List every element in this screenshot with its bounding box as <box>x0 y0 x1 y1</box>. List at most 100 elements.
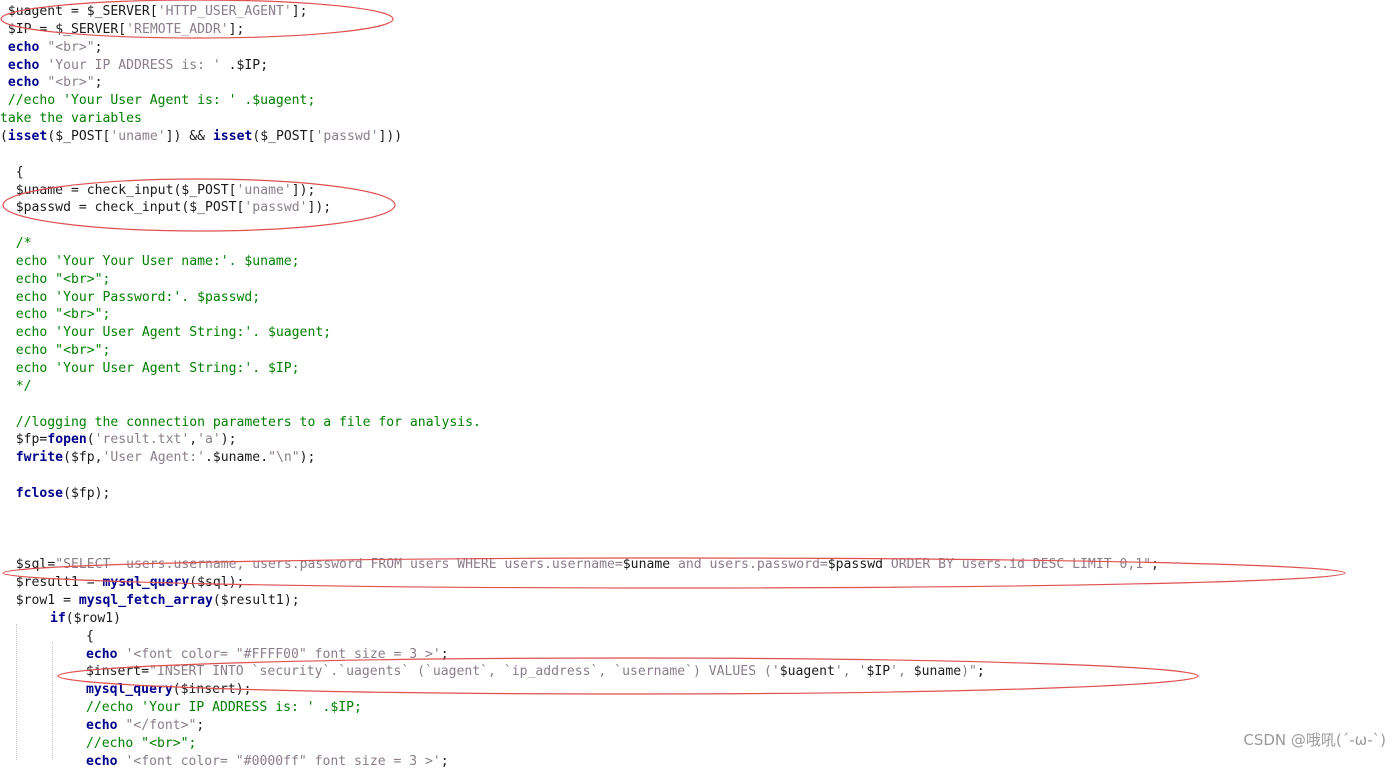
code-token-cmt: echo "<br>"; <box>0 307 110 322</box>
code-token-punc: ; <box>95 40 103 55</box>
code-line: $uname = check_input($_POST['uname']); <box>0 182 315 200</box>
code-token-var: $uname <box>213 450 260 465</box>
code-token-punc: , <box>189 432 197 447</box>
code-token-punc: ]; <box>292 4 308 19</box>
code-token-str: "INSERT INTO `security`.`uagents` (`uage… <box>149 664 780 679</box>
code-line: { <box>86 628 94 646</box>
code-token-punc: , <box>95 450 103 465</box>
code-token-var: $result1 <box>0 575 79 590</box>
code-line: //echo "<br>"; <box>86 735 196 753</box>
code-editor[interactable]: $uagent = $_SERVER['HTTP_USER_AGENT']; $… <box>0 0 1400 760</box>
code-token-str: ', <box>890 664 914 679</box>
code-token-punc: ( <box>63 486 71 501</box>
code-token-kw: fwrite <box>0 450 63 465</box>
code-token-str: 'passwd' <box>315 129 378 144</box>
code-token-kw: isset <box>8 129 47 144</box>
code-token-punc: ); <box>229 575 245 590</box>
code-token-str: 'uname' <box>110 129 165 144</box>
code-token-str: '<font color= "#FFFF00" font size = 3 >' <box>125 647 440 662</box>
code-line: */ <box>0 378 32 396</box>
code-token-cmt: //echo "<br>"; <box>86 736 196 751</box>
code-token-kw: if <box>50 611 66 626</box>
code-token-str: 'passwd' <box>244 200 307 215</box>
code-token-var: $IP <box>237 58 261 73</box>
code-token-str: and users.password= <box>670 557 828 572</box>
code-token-str: 'HTTP_USER_AGENT' <box>158 4 292 19</box>
code-line: echo 'Your Password:'. $passwd; <box>0 289 260 307</box>
code-token-punc: ; <box>441 647 449 662</box>
code-token-kw: echo <box>0 40 39 55</box>
code-token-str: 'Your IP ADDRESS is: ' <box>47 58 220 73</box>
code-token-var: $uagent <box>780 664 835 679</box>
code-token-kw: fopen <box>47 432 86 447</box>
code-token-var: $passwd <box>0 200 71 215</box>
code-token-op: = <box>55 593 79 608</box>
code-token-cmt: */ <box>0 379 32 394</box>
code-token-punc: ])) <box>379 129 403 144</box>
code-line: $fp=fopen('result.txt','a'); <box>0 431 237 449</box>
code-token-punc: ( <box>173 682 181 697</box>
code-token-str: 'REMOTE_ADDR' <box>126 22 228 37</box>
code-token-punc: ; <box>95 75 103 90</box>
code-token-var: $fp <box>71 450 95 465</box>
code-token-kw: mysql_fetch_array <box>79 593 213 608</box>
code-token-punc: ( <box>213 593 221 608</box>
code-token-str: ORDER BY users.id DESC LIMIT 0,1" <box>883 557 1151 572</box>
code-line: echo 'Your User Agent String:'. $IP; <box>0 360 300 378</box>
code-line: $IP = $_SERVER['REMOTE_ADDR']; <box>0 21 244 39</box>
code-token-var: $passwd <box>828 557 883 572</box>
code-token-str: "SELECT users.username, users.password F… <box>55 557 623 572</box>
code-token-str: "</font>" <box>125 718 196 733</box>
code-token-cmt: echo "<br>"; <box>0 343 110 358</box>
code-token-kw: echo <box>86 718 118 733</box>
code-token-punc: ]); <box>292 183 316 198</box>
code-line: echo "<br>"; <box>0 74 103 92</box>
code-line: echo 'Your IP ADDRESS is: ' .$IP; <box>0 57 268 75</box>
code-line: if($row1) <box>50 610 121 628</box>
code-token-var: $uname <box>623 557 670 572</box>
code-token-kw: echo <box>0 58 39 73</box>
code-line: $sql="SELECT users.username, users.passw… <box>0 556 1159 574</box>
code-token-str: "<br>" <box>47 75 94 90</box>
code-token-op: = <box>63 183 87 198</box>
code-token-var: $uname <box>0 183 63 198</box>
code-token-punc: { <box>0 165 24 180</box>
code-token-punc: ; <box>196 718 204 733</box>
code-token-var: $sql <box>197 575 229 590</box>
code-line: $uagent = $_SERVER['HTTP_USER_AGENT']; <box>0 3 308 21</box>
code-line: echo 'Your User Agent String:'. $uagent; <box>0 324 331 342</box>
code-token-punc: ( <box>87 432 95 447</box>
code-token-var: $insert <box>181 682 236 697</box>
code-token-punc: { <box>86 629 94 644</box>
code-token-str: 'a' <box>197 432 221 447</box>
code-token-punc: ( <box>0 129 8 144</box>
code-line: //logging the connection parameters to a… <box>0 414 481 432</box>
code-token-cmt: echo 'Your User Agent String:'. $uagent; <box>0 325 331 340</box>
code-token-cmt: echo 'Your Password:'. $passwd; <box>0 290 260 305</box>
code-token-str: 'uname' <box>237 183 292 198</box>
code-token-op: . <box>205 450 213 465</box>
code-token-var: $uagent <box>0 4 63 19</box>
code-token-var: $sql <box>0 557 47 572</box>
code-token-op: . <box>221 58 237 73</box>
code-token-cmt: //echo 'Your User Agent is: ' .$uagent; <box>0 93 315 108</box>
code-token-op: = <box>63 4 87 19</box>
code-token-punc: ]); <box>308 200 332 215</box>
code-line: take the variables <box>0 110 142 128</box>
code-token-var: $IP <box>0 22 32 37</box>
code-token-punc: ; <box>1151 557 1159 572</box>
code-line: { <box>0 164 24 182</box>
code-line: echo '<font color= "#FFFF00" font size =… <box>86 646 449 664</box>
code-token-str: 'result.txt' <box>95 432 190 447</box>
code-token-var: $_POST <box>181 183 228 198</box>
code-token-punc: ); <box>236 682 252 697</box>
code-token-var: $fp <box>71 486 95 501</box>
code-token-var: $insert <box>86 664 141 679</box>
code-token-var: $_POST <box>55 129 102 144</box>
code-line: echo 'Your Your User name:'. $uname; <box>0 253 300 271</box>
code-token-var: $_SERVER <box>55 22 118 37</box>
code-line: $insert="INSERT INTO `security`.`uagents… <box>86 663 985 681</box>
code-token-kw: mysql_query <box>103 575 190 590</box>
code-token-cmt: echo 'Your User Agent String:'. $IP; <box>0 361 300 376</box>
code-token-var: $fp <box>0 432 39 447</box>
